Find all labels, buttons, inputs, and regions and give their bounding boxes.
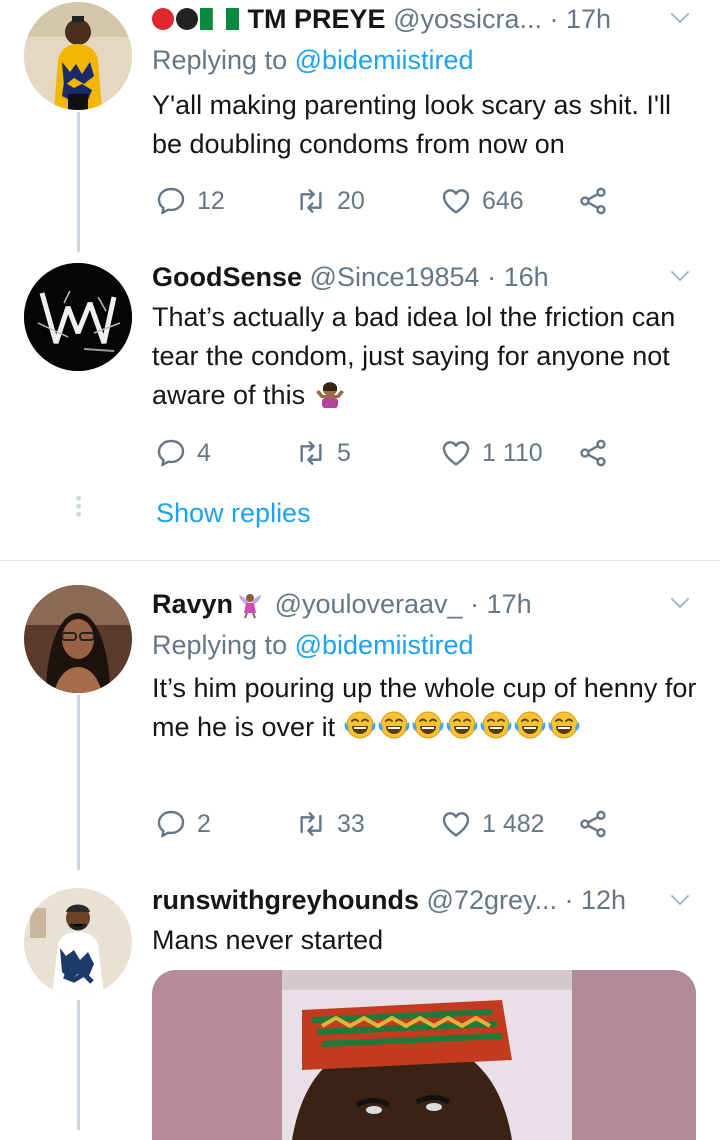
chevron-down-icon[interactable] <box>668 888 692 912</box>
retweet-icon <box>295 437 327 469</box>
handle[interactable]: @Since19854 <box>310 262 480 292</box>
reply-count: 12 <box>197 186 225 215</box>
tweet-text-body: That’s actually a bad idea lol the frict… <box>152 302 676 410</box>
reply-count: 2 <box>197 809 211 838</box>
share-icon <box>577 437 609 469</box>
replying-to: Replying to @bidemiistired <box>152 43 474 77</box>
tweet-3[interactable]: Ravyn @youloveraav_ · 17h Replying to @b… <box>0 561 720 870</box>
joy-emoji-icon <box>513 710 547 740</box>
tweet-text: That’s actually a bad idea lol the frict… <box>152 298 690 415</box>
handle[interactable]: @72grey... <box>427 885 557 915</box>
tweet-actions: 4 5 1 110 <box>155 436 635 470</box>
timestamp[interactable]: 16h <box>504 262 549 292</box>
tweet-actions: 2 33 1 482 <box>155 807 635 841</box>
reply-button[interactable]: 12 <box>155 184 225 218</box>
chevron-down-icon[interactable] <box>668 264 692 288</box>
display-name[interactable]: TM PREYE <box>248 4 386 34</box>
joy-emoji-icon <box>343 710 377 740</box>
display-name[interactable]: runswithgreyhounds <box>152 885 419 915</box>
display-name[interactable]: Ravyn <box>152 589 233 619</box>
tweet-header: TM PREYE @yossicra... · 17h <box>152 2 660 36</box>
retweet-count: 5 <box>337 438 351 467</box>
flag-emoji <box>152 4 248 34</box>
thread-line <box>77 112 80 252</box>
share-button[interactable] <box>577 184 609 218</box>
replying-label: Replying to <box>152 45 288 75</box>
mention-link[interactable]: @bidemiistired <box>295 630 474 660</box>
replying-label: Replying to <box>152 630 288 660</box>
heart-icon <box>440 185 472 217</box>
retweet-count: 20 <box>337 186 365 215</box>
joy-emoji-icon <box>377 710 411 740</box>
share-icon <box>577 808 609 840</box>
chevron-down-icon[interactable] <box>668 6 692 30</box>
tweet-actions: 12 20 646 <box>155 184 635 218</box>
timestamp[interactable]: 12h <box>581 885 626 915</box>
avatar[interactable] <box>24 585 132 693</box>
avatar[interactable] <box>24 263 132 371</box>
display-name[interactable]: GoodSense <box>152 262 302 292</box>
avatar[interactable] <box>24 2 132 110</box>
timestamp[interactable]: 17h <box>566 4 611 34</box>
tweet-text: Mans never started <box>152 925 384 955</box>
separator-dot: · <box>557 885 581 915</box>
heart-icon <box>440 437 472 469</box>
thread-dots-icon <box>76 496 81 522</box>
reply-icon <box>155 808 187 840</box>
like-button[interactable]: 1 110 <box>440 436 543 470</box>
show-replies-link[interactable]: Show replies <box>156 498 311 529</box>
avatar[interactable] <box>24 888 132 996</box>
tweet-header: runswithgreyhounds @72grey... · 12h <box>152 883 660 917</box>
like-count: 1 110 <box>482 438 543 467</box>
retweet-button[interactable]: 33 <box>295 807 365 841</box>
reply-count: 4 <box>197 438 211 467</box>
tweet-header: Ravyn @youloveraav_ · 17h <box>152 587 660 621</box>
mention-link[interactable]: @bidemiistired <box>295 45 474 75</box>
retweet-count: 33 <box>337 809 365 838</box>
retweet-icon <box>295 185 327 217</box>
retweet-icon <box>295 808 327 840</box>
tweet-1[interactable]: TM PREYE @yossicra... · 17h Replying to … <box>0 0 720 252</box>
like-button[interactable]: 646 <box>440 184 524 218</box>
separator-dot: · <box>479 262 504 292</box>
joy-emoji-icon <box>479 710 513 740</box>
reply-icon <box>155 437 187 469</box>
fairy-emoji-icon <box>239 594 262 619</box>
like-count: 1 482 <box>482 809 545 838</box>
separator-dot: · <box>542 4 566 34</box>
chevron-down-icon[interactable] <box>668 591 692 615</box>
thread-line <box>77 1000 80 1130</box>
heart-icon <box>440 808 472 840</box>
like-button[interactable]: 1 482 <box>440 807 545 841</box>
thread-line <box>77 695 80 870</box>
reply-icon <box>155 185 187 217</box>
handle[interactable]: @yossicra... <box>393 4 542 34</box>
tweet-2[interactable]: GoodSense @Since19854 · 16h That’s actua… <box>0 250 720 560</box>
retweet-button[interactable]: 20 <box>295 184 365 218</box>
joy-emoji-icon <box>445 710 479 740</box>
share-button[interactable] <box>577 436 609 470</box>
tweet-media-image[interactable] <box>152 970 696 1140</box>
tweet-text: Y'all making parenting look scary as shi… <box>152 90 672 159</box>
share-icon <box>577 185 609 217</box>
timestamp[interactable]: 17h <box>487 589 532 619</box>
joy-emoji-icon <box>411 710 445 740</box>
separator-dot: · <box>462 589 487 619</box>
reply-button[interactable]: 2 <box>155 807 211 841</box>
tweet-header: GoodSense @Since19854 · 16h <box>152 260 660 294</box>
joy-emoji-icon <box>547 710 581 740</box>
reply-button[interactable]: 4 <box>155 436 211 470</box>
share-button[interactable] <box>577 807 609 841</box>
like-count: 646 <box>482 186 524 215</box>
shrug-emoji-icon <box>313 378 347 408</box>
tweet-text: It’s him pouring up the whole cup of hen… <box>152 669 700 747</box>
handle[interactable]: @youloveraav_ <box>275 589 463 619</box>
replying-to: Replying to @bidemiistired <box>152 628 474 662</box>
retweet-button[interactable]: 5 <box>295 436 351 470</box>
